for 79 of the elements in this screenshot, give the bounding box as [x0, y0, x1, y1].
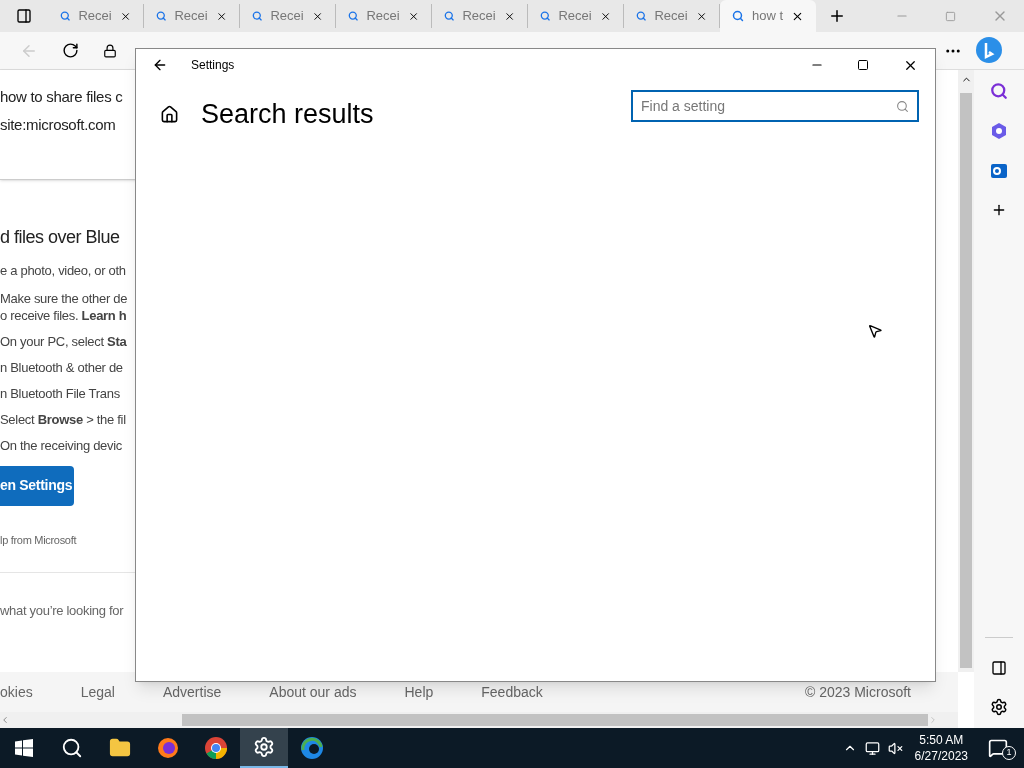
notifications-icon[interactable] [988, 738, 1008, 758]
tab-title: Recei [174, 7, 208, 26]
hexagon-logo-icon[interactable] [990, 122, 1008, 140]
fox-globe-icon [156, 736, 180, 760]
maximize-icon[interactable] [857, 59, 869, 71]
muted-speaker-icon[interactable] [887, 740, 903, 756]
step-text: On your PC, select Sta [0, 332, 128, 350]
taskbar-app[interactable] [240, 728, 288, 768]
search-icon [348, 10, 359, 22]
add-icon[interactable] [991, 202, 1007, 218]
browser-tab[interactable]: Recei [48, 4, 144, 28]
step-text: n Bluetooth & other de [0, 358, 124, 376]
chat-bubble-logo-icon[interactable] [974, 35, 1004, 66]
vertical-scrollbar[interactable] [958, 70, 974, 672]
open-settings-button[interactable]: en Settings [0, 465, 74, 506]
search-icon [156, 10, 167, 22]
window-title: Settings [191, 57, 235, 74]
clock-time[interactable]: 5:50 AM [919, 732, 964, 748]
lock-icon [103, 43, 117, 58]
step-text: o receive files. Learn h [0, 306, 128, 324]
browser-tab[interactable]: Recei [240, 4, 336, 28]
footer-link[interactable]: Legal [80, 681, 115, 703]
network-icon[interactable] [864, 740, 880, 756]
step-text: Make sure the other de [0, 289, 129, 307]
footer-link[interactable]: okies [0, 681, 33, 703]
search-icon [61, 737, 83, 759]
footer-link[interactable]: © 2023 Microsoft [804, 681, 911, 703]
step-text: Select Browse > the fil [0, 410, 127, 428]
search-input[interactable]: Find a setting [641, 95, 896, 117]
browser-tab[interactable]: how t [720, 0, 816, 32]
tab-title: Recei [558, 7, 592, 26]
step-text: On the receiving devic [0, 436, 124, 454]
back-icon[interactable] [152, 57, 168, 73]
answer-intro: e a photo, video, or oth [0, 262, 127, 280]
settings-icon[interactable] [990, 698, 1008, 716]
browser-tab[interactable]: Recei [528, 4, 624, 28]
feedback-text: what you’re looking for [0, 603, 124, 618]
folder-icon [109, 737, 131, 759]
chrome-logo-icon [204, 736, 228, 760]
browser-tab[interactable]: Recei [144, 4, 240, 28]
search-icon [732, 10, 744, 22]
clock-date[interactable]: 6/27/2023 [914, 748, 968, 764]
tab-title: Recei [366, 7, 400, 26]
gear-icon [253, 736, 275, 758]
panel-icon[interactable] [991, 660, 1007, 676]
footer-link[interactable]: Feedback [481, 681, 543, 703]
browser-tab[interactable]: Recei [432, 4, 528, 28]
browser-tab[interactable]: Recei [336, 4, 432, 28]
step-text: n Bluetooth File Trans [0, 384, 121, 402]
footer-link[interactable]: About our ads [269, 681, 357, 703]
query-text: site:microsoft.com [0, 114, 117, 135]
notification-badge: 1 [1002, 746, 1016, 760]
tab-title: Recei [270, 7, 304, 26]
page-heading: Search results [201, 97, 374, 131]
query-text: how to share files c [0, 87, 124, 107]
footer-link[interactable]: Help [404, 681, 434, 703]
edge-logo-icon [300, 736, 324, 760]
tab-title: Recei [78, 7, 112, 26]
windows-logo-icon [15, 739, 33, 757]
source-text: lp from Microsoft [0, 532, 78, 548]
search-icon [540, 10, 551, 22]
search-icon [60, 10, 71, 22]
mouse-pointer-icon [867, 323, 883, 339]
tab-title: how t [751, 7, 784, 26]
mail-logo-icon[interactable] [990, 162, 1008, 180]
refresh-icon[interactable] [62, 42, 79, 59]
search-icon [444, 10, 455, 22]
tab-title: Recei [462, 7, 496, 26]
search-icon[interactable] [990, 82, 1008, 100]
search-icon [636, 10, 647, 22]
search-field[interactable]: Find a setting [631, 90, 919, 122]
footer-link[interactable]: Advertise [162, 681, 222, 703]
tab-actions-icon[interactable] [16, 8, 32, 24]
tab-title: Recei [654, 7, 688, 26]
search-icon [252, 10, 263, 22]
home-icon[interactable] [160, 104, 179, 124]
answer-heading: d files over Blue [0, 226, 121, 249]
search-icon [896, 99, 909, 113]
new-tab-icon[interactable] [828, 7, 846, 25]
